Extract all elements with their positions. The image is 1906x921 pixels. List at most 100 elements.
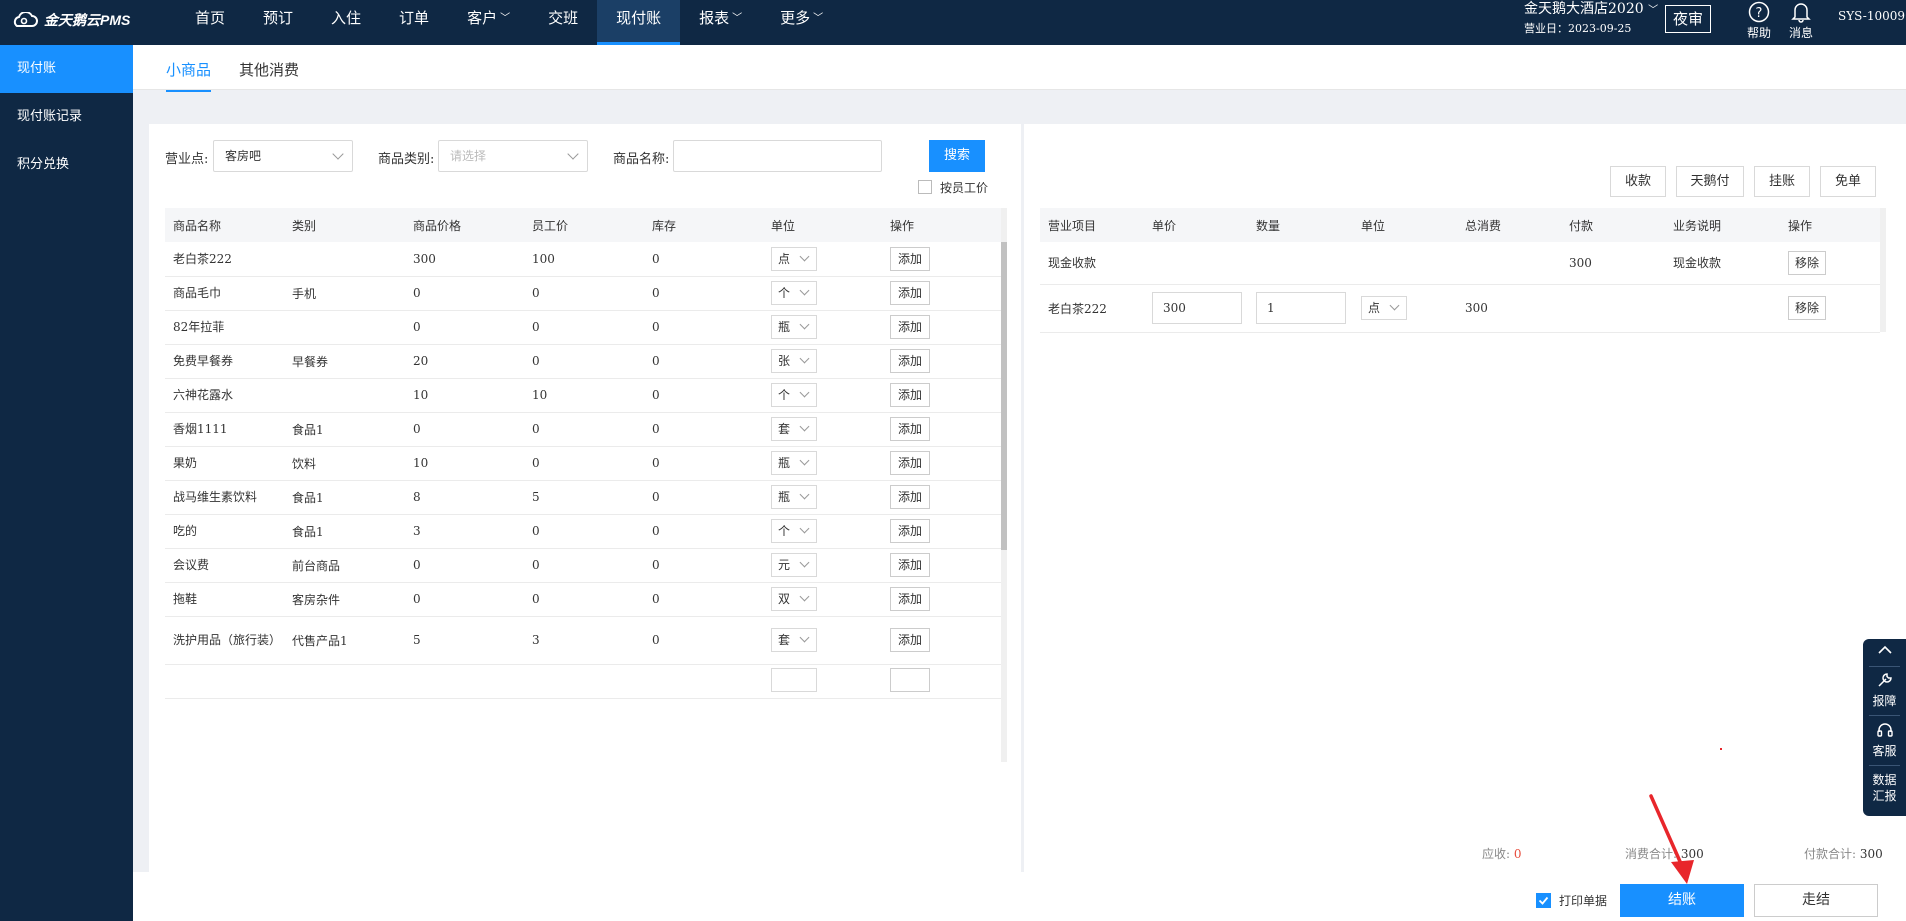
category-label: 商品类别: <box>378 152 435 167</box>
unit-select[interactable]: 个 <box>771 383 817 407</box>
hotel-selector[interactable]: 金天鹅大酒店2020 ﹀ 营业日：2023-09-25 <box>1524 0 1658 38</box>
app-logo[interactable]: 金天鹅云PMS <box>10 10 130 30</box>
nav-item-label: 入住 <box>331 9 362 27</box>
outlet-select[interactable]: 客房吧 <box>213 140 353 172</box>
night-audit-button[interactable]: 夜审 <box>1665 5 1711 33</box>
nav-item-8[interactable]: 更多 ﹀ <box>761 0 842 45</box>
receivable-label: 应收: <box>1482 847 1511 861</box>
outlet-label: 营业点: <box>165 152 209 167</box>
data-report-button[interactable]: 数据 汇报 <box>1863 772 1906 804</box>
sidebar-item-1[interactable]: 现付账记录 <box>0 93 133 141</box>
nav-item-7[interactable]: 报表 ﹀ <box>680 0 761 45</box>
bill-table: 营业项目 单价 数量 单位 总消费 付款 业务说明 操作 现金收款 300 现金收款 移除 老… <box>1040 208 1880 333</box>
staff-price-checkbox[interactable] <box>918 180 932 194</box>
question-circle-icon: ? <box>1739 0 1779 24</box>
remove-button[interactable]: 移除 <box>1788 250 1826 275</box>
product-table-scrollbar[interactable] <box>1001 208 1007 762</box>
unit-select[interactable]: 瓶 <box>771 315 817 339</box>
nav-item-4[interactable]: 客户 ﹀ <box>448 0 529 45</box>
nav-item-0[interactable]: 首页 <box>176 0 244 45</box>
unit-select[interactable]: 瓶 <box>771 451 817 475</box>
unit-price-input[interactable]: 300 <box>1152 292 1242 324</box>
add-button[interactable]: 添加 <box>890 519 930 543</box>
add-button[interactable] <box>890 667 930 692</box>
tab-small-goods[interactable]: 小商品 <box>166 59 212 92</box>
product-name-input[interactable] <box>673 140 882 172</box>
unit-value: 套 <box>778 422 791 436</box>
unit-select[interactable] <box>771 667 817 692</box>
product-staff-price: 0 <box>524 514 644 549</box>
add-button[interactable]: 添加 <box>890 628 930 652</box>
add-button[interactable]: 添加 <box>890 281 930 305</box>
quantity-input[interactable]: 1 <box>1256 292 1346 324</box>
unit-select[interactable]: 元 <box>771 553 817 577</box>
bill-table-header: 营业项目 单价 数量 单位 总消费 付款 业务说明 操作 <box>1040 208 1880 242</box>
arrow-shaft <box>1649 794 1684 868</box>
credit-button[interactable]: 挂账 <box>1754 166 1810 197</box>
checkout-button[interactable]: 结账 <box>1620 884 1744 917</box>
add-button[interactable]: 添加 <box>890 587 930 611</box>
remove-button[interactable]: 移除 <box>1788 296 1826 320</box>
message-button[interactable]: 消息 <box>1781 0 1821 41</box>
product-stock: 0 <box>644 412 763 447</box>
add-button[interactable]: 添加 <box>890 451 930 475</box>
nav-item-5[interactable]: 交班 <box>529 0 597 45</box>
product-name: 商品毛巾 <box>165 276 284 311</box>
nav-item-2[interactable]: 入住 <box>312 0 380 45</box>
help-button[interactable]: ? 帮助 <box>1739 0 1779 41</box>
unit-select[interactable]: 点 <box>1361 296 1407 320</box>
product-row: 老白茶222 300 100 0 点 添加 <box>165 242 1001 277</box>
chevron-down-icon <box>799 455 810 466</box>
add-button[interactable]: 添加 <box>890 417 930 441</box>
user-menu[interactable]: SYS-10009 <box>1838 9 1905 23</box>
nav-item-1[interactable]: 预订 <box>244 0 312 45</box>
unit-select[interactable]: 个 <box>771 281 817 305</box>
unit-select[interactable]: 瓶 <box>771 485 817 509</box>
waive-button[interactable]: 免单 <box>1820 166 1876 197</box>
product-row: 六神花露水 10 10 0 个添加 <box>165 378 1001 413</box>
nav-item-3[interactable]: 订单 <box>380 0 448 45</box>
fault-report-button[interactable]: 报障 <box>1863 671 1906 709</box>
add-button[interactable]: 添加 <box>890 246 930 271</box>
chevron-down-icon <box>332 148 344 160</box>
nav-item-6[interactable]: 现付账 <box>597 0 681 45</box>
receivable-value: 0 <box>1513 847 1522 861</box>
search-button[interactable]: 搜索 <box>929 140 985 172</box>
product-staff-price: 0 <box>524 276 644 311</box>
category-select[interactable]: 请选择 <box>438 140 588 172</box>
unit-select[interactable]: 套 <box>771 628 817 652</box>
add-button[interactable]: 添加 <box>890 349 930 373</box>
add-button[interactable]: 添加 <box>890 485 930 509</box>
add-button[interactable]: 添加 <box>890 383 930 407</box>
payment-label: 付款合计: <box>1804 847 1857 861</box>
sidebar-item-2[interactable]: 积分兑换 <box>0 141 133 189</box>
chevron-down-icon <box>799 251 810 262</box>
add-button[interactable]: 添加 <box>890 553 930 577</box>
tab-other-consumption[interactable]: 其他消费 <box>239 59 299 90</box>
unit-select[interactable]: 张 <box>771 349 817 373</box>
print-receipt-checkbox[interactable] <box>1536 893 1551 908</box>
unit-select[interactable]: 套 <box>771 417 817 441</box>
add-button[interactable]: 添加 <box>890 315 930 339</box>
tianepay-button[interactable]: 天鹅付 <box>1676 166 1744 197</box>
product-staff-price: 0 <box>524 582 644 617</box>
bill-table-scrollbar[interactable] <box>1880 208 1886 332</box>
column-header: 员工价 <box>524 208 644 242</box>
chevron-down-icon <box>799 632 810 643</box>
product-row: 战马维生素饮料 食品1 8 5 0 瓶 添加 <box>165 480 1001 515</box>
arrow-head <box>1671 860 1694 884</box>
collapse-button[interactable] <box>1863 643 1906 663</box>
product-category: 客房杂件 <box>284 582 405 617</box>
unit-select[interactable]: 双 <box>771 587 817 611</box>
customer-service-button[interactable]: 客服 <box>1863 721 1906 759</box>
walkout-button[interactable]: 走结 <box>1754 884 1878 917</box>
unit-select[interactable]: 个 <box>771 519 817 543</box>
product-category: 代售产品1 <box>284 616 405 665</box>
sidebar-item-0[interactable]: 现付账 <box>0 45 133 93</box>
unit-value: 双 <box>778 592 791 606</box>
receive-button[interactable]: 收款 <box>1610 166 1666 197</box>
unit-select[interactable]: 点 <box>771 246 817 271</box>
scrollbar-thumb[interactable] <box>1001 242 1007 550</box>
column-header: 营业项目 <box>1040 208 1144 242</box>
unit-value: 张 <box>778 354 791 368</box>
